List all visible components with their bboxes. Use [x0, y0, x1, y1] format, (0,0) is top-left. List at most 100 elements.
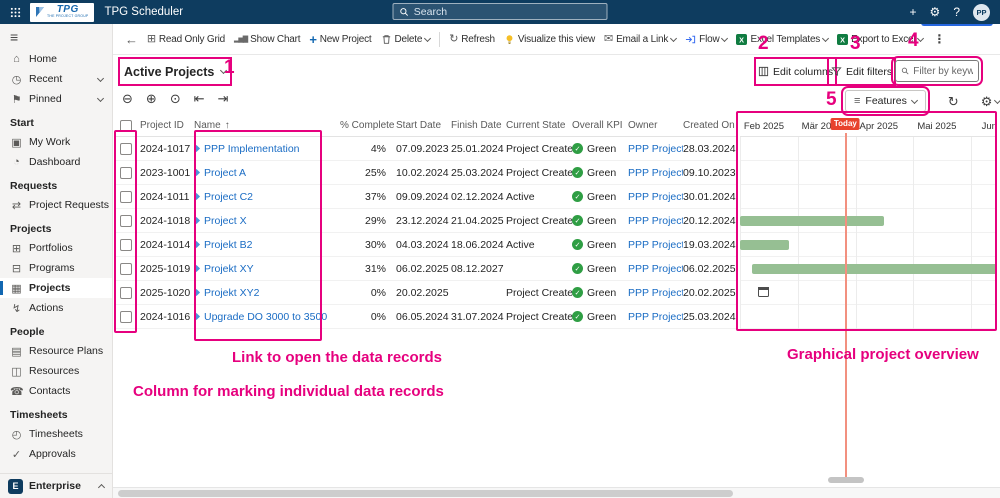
show-chart-button[interactable]: ▂▅▇Show Chart	[230, 27, 304, 51]
row-checkbox[interactable]	[120, 143, 132, 155]
column-header-current-state[interactable]: Current State	[506, 120, 572, 131]
select-all-checkbox[interactable]	[120, 120, 132, 132]
column-header-overall-kpi[interactable]: Overall KPI	[572, 120, 628, 131]
sidebar-item-resources[interactable]: ◫Resources	[0, 361, 112, 381]
owner-link[interactable]: PPP Project Ma	[628, 239, 683, 251]
project-name-link[interactable]: Project A	[204, 167, 246, 179]
jump-to-start-icon[interactable]: ⇤	[194, 92, 205, 105]
table-row[interactable]: 2024-1014 Projekt B2 30% 04.03.2024 18.0…	[115, 233, 737, 257]
owner-link[interactable]: PPP Project Ma	[628, 311, 683, 323]
sidebar-item-my-work[interactable]: ▣My Work	[0, 132, 112, 152]
table-row[interactable]: 2025-1020 Projekt XY2 0% 20.02.2025 Proj…	[115, 281, 737, 305]
export-to-excel-button[interactable]: XExport to Excel	[833, 27, 927, 51]
read-only-grid-button[interactable]: ⊞Read Only Grid	[143, 27, 229, 51]
gantt-bar[interactable]	[740, 216, 884, 226]
sidebar-item-portfolios[interactable]: ⊞Portfolios	[0, 238, 112, 258]
row-checkbox[interactable]	[120, 191, 132, 203]
row-checkbox[interactable]	[120, 263, 132, 275]
back-button[interactable]: ←	[121, 27, 142, 51]
more-commands-button[interactable]: ⋮	[928, 32, 950, 46]
environment-picker[interactable]: E Enterprise	[0, 473, 112, 498]
visualize-view-button[interactable]: Visualize this view	[500, 27, 599, 51]
column-header-project-id[interactable]: Project ID	[140, 120, 194, 131]
sidebar-item-resource-plans[interactable]: ▤Resource Plans	[0, 341, 112, 361]
sidebar-item-actions[interactable]: ↯Actions	[0, 298, 112, 318]
sidebar-item-dashboard[interactable]: ◔Dashboard	[0, 152, 112, 172]
scrollbar-thumb[interactable]	[118, 490, 733, 497]
sidebar-item-approvals[interactable]: ✓Approvals	[0, 444, 112, 464]
global-search[interactable]	[393, 3, 608, 20]
keyword-filter-box[interactable]	[895, 60, 979, 82]
horizontal-scrollbar[interactable]	[113, 487, 1000, 498]
edit-columns-button[interactable]: Edit columns	[758, 61, 833, 82]
row-checkbox[interactable]	[120, 167, 132, 179]
column-header-name[interactable]: Name↑	[194, 120, 340, 131]
owner-link[interactable]: PPP Project Ma	[628, 167, 683, 179]
flow-button[interactable]: Flow	[681, 27, 731, 51]
table-row[interactable]: 2025-1019 Projekt XY 31% 06.02.2025 08.1…	[115, 257, 737, 281]
avatar[interactable]: PP	[973, 4, 990, 21]
gear-icon[interactable]: ⚙	[930, 6, 941, 18]
zoom-in-icon[interactable]: ⊕	[146, 92, 157, 105]
zoom-fit-icon[interactable]: ⊙	[170, 92, 181, 105]
row-checkbox[interactable]	[120, 287, 132, 299]
project-name-link[interactable]: Projekt XY2	[204, 287, 259, 299]
app-launcher-icon[interactable]	[0, 7, 30, 18]
add-icon[interactable]: +	[910, 6, 917, 18]
gantt-settings-button[interactable]: ⚙	[981, 95, 1000, 108]
project-name-link[interactable]: Project X	[204, 215, 247, 227]
owner-link[interactable]: PPP Project Ma	[628, 263, 683, 275]
owner-link[interactable]: PPP Project Ma	[628, 287, 683, 299]
project-name-link[interactable]: Project C2	[204, 191, 253, 203]
sidebar-item-project-requests[interactable]: ⇄Project Requests	[0, 195, 112, 215]
tpg-logo[interactable]: TPG THE PROJECT GROUP	[30, 3, 94, 22]
zoom-out-icon[interactable]: ⊖	[122, 92, 133, 105]
edit-filters-button[interactable]: Edit filters	[831, 61, 892, 82]
gantt-scrollbar-thumb[interactable]	[828, 477, 864, 483]
project-name-link[interactable]: Upgrade DO 3000 to 3500	[204, 311, 327, 323]
column-header-start-date[interactable]: Start Date	[396, 120, 451, 131]
row-checkbox[interactable]	[120, 311, 132, 323]
row-checkbox[interactable]	[120, 215, 132, 227]
new-project-button[interactable]: +New Project	[305, 27, 375, 51]
column-header-finish-date[interactable]: Finish Date	[451, 120, 506, 131]
sidebar-item-home[interactable]: ⌂Home	[0, 49, 112, 69]
project-name-link[interactable]: PPP Implementation	[204, 143, 300, 155]
owner-link[interactable]: PPP Project Ma	[628, 191, 683, 203]
refresh-button[interactable]: ↻Refresh	[445, 27, 499, 51]
sidebar-item-contacts[interactable]: ☎Contacts	[0, 381, 112, 401]
project-name-link[interactable]: Projekt B2	[204, 239, 252, 251]
sidebar-item-pinned[interactable]: ⚑Pinned	[0, 89, 112, 109]
table-row[interactable]: 2024-1018 Project X 29% 23.12.2024 21.04…	[115, 209, 737, 233]
sidebar-item-recent[interactable]: ◷Recent	[0, 69, 112, 89]
owner-link[interactable]: PPP Project Ma	[628, 143, 683, 155]
delete-button[interactable]: Delete	[377, 27, 435, 51]
sidebar-item-timesheets[interactable]: ◴Timesheets	[0, 424, 112, 444]
gantt-bar[interactable]	[752, 264, 997, 274]
hamburger-menu-icon[interactable]: ≡	[0, 24, 112, 49]
calendar-milestone-icon[interactable]	[758, 287, 769, 297]
gantt-bar[interactable]	[740, 240, 789, 250]
sidebar-item-programs[interactable]: ⊟Programs	[0, 258, 112, 278]
gantt-refresh-icon[interactable]: ↻	[948, 95, 959, 108]
owner-link[interactable]: PPP Project Ma	[628, 215, 683, 227]
global-search-input[interactable]	[414, 6, 601, 18]
help-icon[interactable]: ?	[953, 6, 960, 18]
excel-templates-button[interactable]: XExcel Templates	[732, 27, 832, 51]
view-selector[interactable]: Active Projects	[122, 61, 228, 82]
sidebar-item-projects[interactable]: ▦Projects	[0, 278, 112, 298]
project-name-link[interactable]: Projekt XY	[204, 263, 254, 275]
jump-to-end-icon[interactable]: ⇥	[218, 92, 229, 105]
column-header-percent-complete[interactable]: % Complete	[340, 120, 396, 131]
table-row[interactable]: 2024-1017 PPP Implementation 4% 07.09.20…	[115, 137, 737, 161]
column-header-created-on[interactable]: Created On	[683, 120, 737, 131]
email-link-button[interactable]: ✉Email a Link	[600, 27, 680, 51]
keyword-filter-input[interactable]	[913, 66, 973, 77]
table-row[interactable]: 2024-1016 Upgrade DO 3000 to 3500 0% 06.…	[115, 305, 737, 329]
cell-current-state: Project Created	[506, 167, 572, 179]
features-button[interactable]: ≡ Features	[845, 90, 926, 112]
table-row[interactable]: 2024-1011 Project C2 37% 09.09.2024 02.1…	[115, 185, 737, 209]
table-row[interactable]: 2023-1001 Project A 25% 10.02.2024 25.03…	[115, 161, 737, 185]
row-checkbox[interactable]	[120, 239, 132, 251]
column-header-owner[interactable]: Owner	[628, 120, 683, 131]
